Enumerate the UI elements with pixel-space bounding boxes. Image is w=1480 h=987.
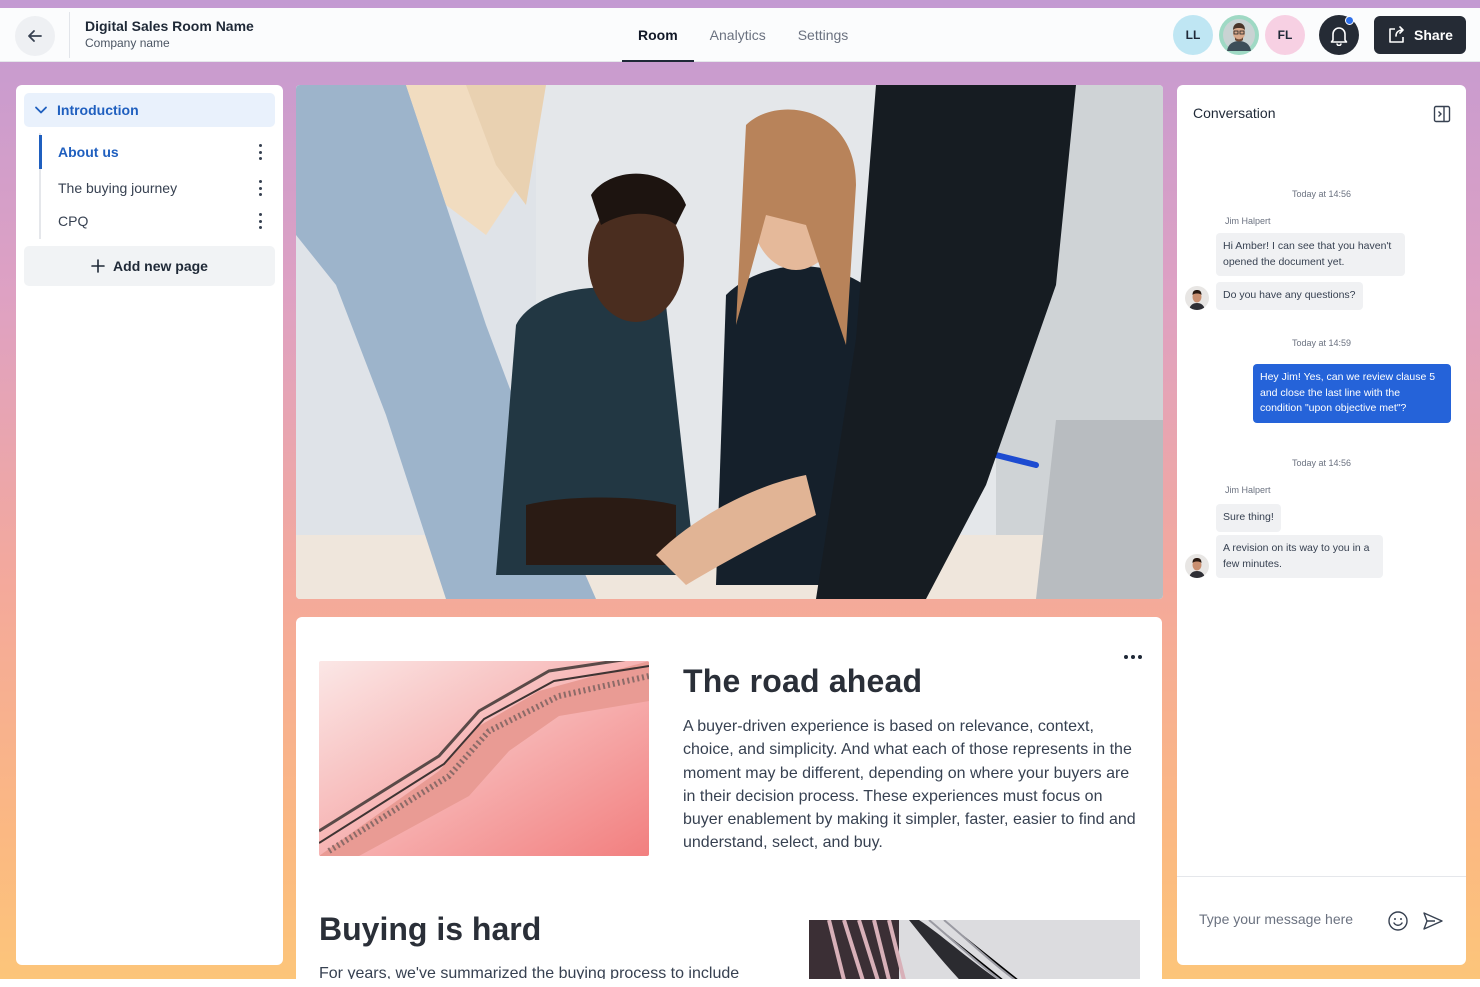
notification-dot bbox=[1345, 16, 1354, 25]
collapse-panel-icon[interactable] bbox=[1433, 105, 1451, 123]
section-introduction[interactable]: Introduction bbox=[24, 93, 275, 127]
avatar-fl[interactable]: FL bbox=[1265, 15, 1305, 55]
kebab-menu-icon[interactable] bbox=[259, 144, 263, 160]
tab-analytics[interactable]: Analytics bbox=[694, 8, 782, 62]
section-title-road-ahead: The road ahead bbox=[683, 663, 923, 699]
escalator-image bbox=[319, 661, 649, 856]
avatar-ll[interactable]: LL bbox=[1173, 15, 1213, 55]
section-title: Introduction bbox=[57, 102, 139, 118]
room-title: Digital Sales Room Name bbox=[85, 18, 254, 34]
person-photo-icon bbox=[1189, 558, 1205, 578]
chat-message: Do you have any questions? bbox=[1216, 282, 1363, 310]
share-button[interactable]: Share bbox=[1374, 16, 1466, 54]
person-photo-icon bbox=[1223, 19, 1255, 51]
tab-room[interactable]: Room bbox=[622, 8, 694, 62]
avatar-initials: LL bbox=[1185, 28, 1201, 42]
chat-message-mine: Hey Jim! Yes, can we review clause 5 and… bbox=[1253, 364, 1451, 423]
page-label: The buying journey bbox=[58, 180, 178, 196]
notifications-button[interactable] bbox=[1319, 15, 1359, 55]
page-label: About us bbox=[58, 144, 119, 160]
message-timestamp: Today at 14:56 bbox=[1291, 458, 1352, 468]
escalator-photo bbox=[319, 661, 649, 856]
conversation-title: Conversation bbox=[1193, 105, 1276, 121]
add-new-page-button[interactable]: Add new page bbox=[24, 246, 275, 286]
emoji-icon[interactable] bbox=[1387, 910, 1409, 932]
jim-avatar bbox=[1185, 554, 1209, 578]
main-tabs: Room Analytics Settings bbox=[622, 8, 864, 62]
avatar-photo[interactable] bbox=[1219, 15, 1259, 55]
chat-message: Hi Amber! I can see that you haven't ope… bbox=[1216, 233, 1405, 276]
kebab-menu-icon[interactable] bbox=[259, 180, 263, 196]
hero-image bbox=[296, 85, 1163, 599]
send-icon[interactable] bbox=[1422, 910, 1444, 932]
chat-message: Sure thing! bbox=[1216, 504, 1281, 532]
avatar-initials: FL bbox=[1277, 28, 1293, 42]
tab-settings[interactable]: Settings bbox=[782, 8, 865, 62]
sidebar-page-buying-journey[interactable]: The buying journey bbox=[39, 171, 275, 205]
message-sender: Jim Halpert bbox=[1225, 216, 1271, 226]
message-composer: Type your message here bbox=[1177, 876, 1466, 965]
message-timestamp: Today at 14:56 bbox=[1291, 189, 1352, 199]
section-body-buying-hard: For years, we've summarized the buying p… bbox=[319, 965, 740, 979]
kebab-menu-icon[interactable] bbox=[259, 213, 263, 229]
add-page-label: Add new page bbox=[113, 258, 208, 274]
section-title-buying-hard: Buying is hard bbox=[319, 911, 542, 947]
message-input[interactable]: Type your message here bbox=[1199, 911, 1353, 927]
person-photo-icon bbox=[1189, 290, 1205, 310]
conversation-panel: Conversation Today at 14:56 Jim Halpert … bbox=[1177, 85, 1466, 965]
share-icon bbox=[1389, 26, 1404, 43]
more-options-icon[interactable] bbox=[1124, 655, 1142, 659]
bottom-strip bbox=[0, 979, 1480, 987]
top-bar: Digital Sales Room Name Company name Roo… bbox=[0, 8, 1480, 62]
message-timestamp: Today at 14:59 bbox=[1291, 338, 1352, 348]
app-window: Digital Sales Room Name Company name Roo… bbox=[0, 0, 1480, 979]
share-label: Share bbox=[1414, 27, 1453, 43]
page-label: CPQ bbox=[58, 213, 89, 229]
pages-sidebar: Introduction About us The buying journey… bbox=[16, 85, 283, 965]
back-button[interactable] bbox=[15, 16, 55, 56]
building-photo bbox=[809, 920, 1140, 979]
chevron-down-icon bbox=[35, 106, 47, 114]
section-body-road-ahead: A buyer-driven experience is based on re… bbox=[683, 718, 1136, 852]
sidebar-page-about-us[interactable]: About us bbox=[39, 135, 275, 169]
content-card: The road ahead A buyer-driven experience… bbox=[296, 617, 1162, 979]
arrow-left-icon bbox=[28, 30, 42, 42]
chat-message: A revision on its way to you in a few mi… bbox=[1216, 535, 1383, 578]
company-name: Company name bbox=[85, 36, 170, 50]
jim-avatar bbox=[1185, 286, 1209, 310]
message-sender: Jim Halpert bbox=[1225, 485, 1271, 495]
plus-icon bbox=[91, 259, 105, 273]
bell-icon bbox=[1330, 27, 1348, 46]
team-meeting-photo bbox=[296, 85, 1163, 599]
sidebar-page-cpq[interactable]: CPQ bbox=[39, 204, 275, 238]
building-image bbox=[809, 920, 1140, 979]
header-divider bbox=[69, 12, 70, 58]
